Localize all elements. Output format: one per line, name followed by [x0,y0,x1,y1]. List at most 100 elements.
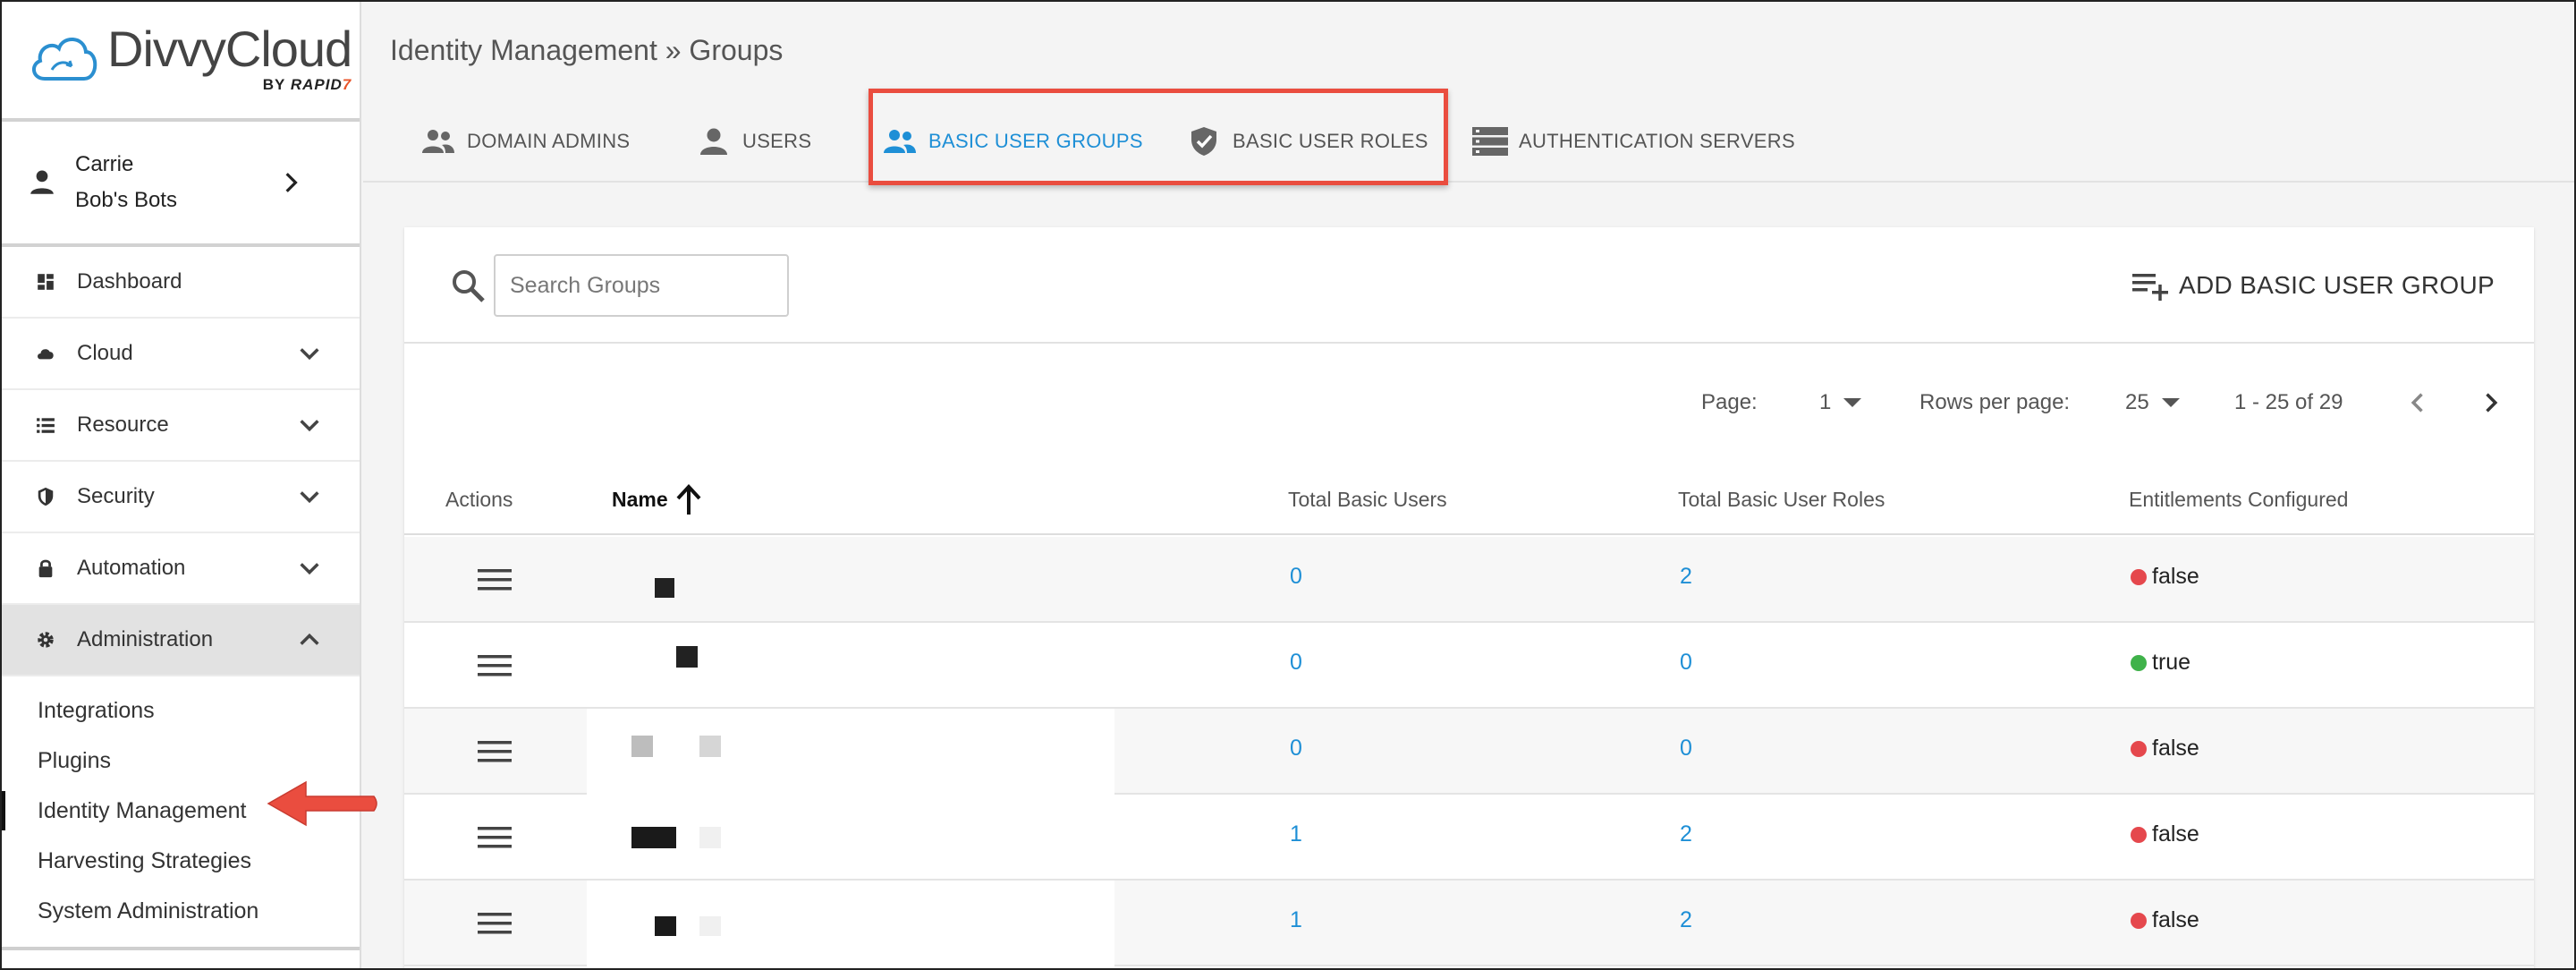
chevron-down-icon[interactable] [297,413,322,438]
page-select[interactable]: 1 [1819,385,1862,421]
col-name-label: Name [612,487,668,511]
nav-label: Security [77,484,155,508]
total-basic-users-link[interactable]: 0 [1290,650,1302,676]
account-user: Carrie [75,152,134,176]
redacted-name [699,916,721,936]
table-header: Actions Name Total Basic Users Total Bas… [404,464,2534,535]
total-basic-users-link[interactable]: 0 [1290,736,1302,762]
chevron-down-icon[interactable] [297,484,322,509]
nav-resource[interactable]: Resource [0,390,360,462]
redaction-area [587,709,1114,795]
redacted-name [676,646,698,668]
entitlements-status: false [2131,736,2199,762]
total-basic-users-link[interactable]: 1 [1290,907,1302,933]
col-total-basic-users[interactable]: Total Basic Users [1288,464,1447,535]
tab-users[interactable]: USERS [696,100,811,183]
status-dot-icon [2131,826,2147,843]
chevron-left-icon [2411,393,2423,413]
entitlements-value: false [2152,821,2199,847]
tab-label: USERS [742,130,812,152]
search-input[interactable] [494,254,789,317]
rows-value: 25 [2125,390,2149,414]
nav-security[interactable]: Security [0,462,360,533]
menu-icon[interactable] [478,567,512,592]
nav-cloud[interactable]: Cloud [0,319,360,390]
total-basic-users-link[interactable]: 1 [1290,821,1302,847]
rows-per-page-select[interactable]: 25 [2125,385,2180,421]
sidebar-divider [0,947,360,950]
col-actions: Actions [445,487,513,511]
server-icon [1472,127,1508,156]
redacted-name [699,736,721,757]
menu-icon[interactable] [478,653,512,678]
add-basic-user-group-button[interactable]: ADD BASIC USER GROUP [2132,261,2495,310]
annotation-highlight-box [869,89,1448,185]
next-page-button[interactable] [2478,385,2503,421]
search-icon[interactable] [449,267,487,304]
total-basic-users-link[interactable]: 0 [1290,564,1302,590]
nav-dashboard[interactable]: Dashboard [0,247,360,319]
status-dot-icon [2131,912,2147,929]
entitlements-value: true [2152,650,2191,675]
total-basic-user-roles-link[interactable]: 2 [1680,821,1692,847]
nav-label: Resource [77,413,169,437]
annotation-arrow-icon [267,780,377,827]
total-basic-user-roles-link[interactable]: 2 [1680,907,1692,933]
brand-by: BY RAPID7 [262,76,352,93]
chevron-down-icon[interactable] [297,341,322,366]
total-basic-user-roles-link[interactable]: 0 [1680,650,1692,676]
menu-icon[interactable] [478,911,512,936]
subnav-integrations[interactable]: Integrations [0,685,360,736]
tab-label: AUTHENTICATION SERVERS [1519,130,1795,152]
entitlements-status: false [2131,564,2199,590]
list-icon [37,418,55,433]
cloud-logo-icon [32,38,97,81]
nav-automation[interactable]: Automation [0,533,360,605]
nav-administration[interactable]: Administration [0,605,360,676]
tab-domain-admins[interactable]: DOMAIN ADMINS [420,100,630,183]
shield-icon [38,487,54,506]
nav-label: Administration [77,627,214,651]
col-name[interactable]: Name [612,464,704,535]
nav-label: Cloud [77,341,133,365]
total-basic-user-roles-link[interactable]: 2 [1680,564,1692,590]
main-content: Identity Management » Groups DOMAIN ADMI… [363,0,2576,970]
sort-ascending-icon[interactable] [674,482,704,516]
status-dot-icon [2131,568,2147,585]
brand-name: DivvyCloud [107,21,352,77]
entitlements-status: false [2131,907,2199,933]
status-dot-icon [2131,654,2147,671]
subnav-harvesting-strategies[interactable]: Harvesting Strategies [0,836,360,886]
dashboard-icon [38,274,54,290]
table-row: 1 2 false [404,795,2534,881]
table-row: 0 0 true [404,623,2534,709]
chevron-down-icon[interactable] [297,556,322,581]
person-icon [700,128,727,155]
subnav-system-administration[interactable]: System Administration [0,886,360,936]
account-switcher[interactable]: Carrie Bob's Bots [0,122,360,247]
total-basic-user-roles-link[interactable]: 0 [1680,736,1692,762]
redacted-name [631,827,676,848]
person-icon [30,170,54,194]
breadcrumb: Identity Management » Groups [390,34,784,66]
col-entitlements-configured[interactable]: Entitlements Configured [2129,464,2348,535]
menu-icon[interactable] [478,739,512,764]
nav-label: Automation [77,556,186,580]
redacted-name [655,916,676,936]
tab-authentication-servers[interactable]: AUTHENTICATION SERVERS [1472,100,1795,183]
redacted-name [655,578,674,598]
card-toolbar: ADD BASIC USER GROUP [404,227,2534,344]
status-dot-icon [2131,740,2147,757]
brand-logo[interactable]: DivvyCloud BY RAPID7 [0,0,360,122]
account-org: Bob's Bots [75,188,177,212]
table-row: 0 2 false [404,537,2534,623]
prev-page-button[interactable] [2406,385,2431,421]
table-row: 0 0 false [404,709,2534,795]
entitlements-status: true [2131,650,2190,676]
chevron-up-icon[interactable] [297,627,322,652]
caret-down-icon [1843,398,1862,407]
menu-icon[interactable] [478,825,512,850]
entitlements-value: false [2152,564,2199,589]
col-total-basic-user-roles[interactable]: Total Basic User Roles [1678,464,1885,535]
add-button-label: ADD BASIC USER GROUP [2179,271,2495,299]
